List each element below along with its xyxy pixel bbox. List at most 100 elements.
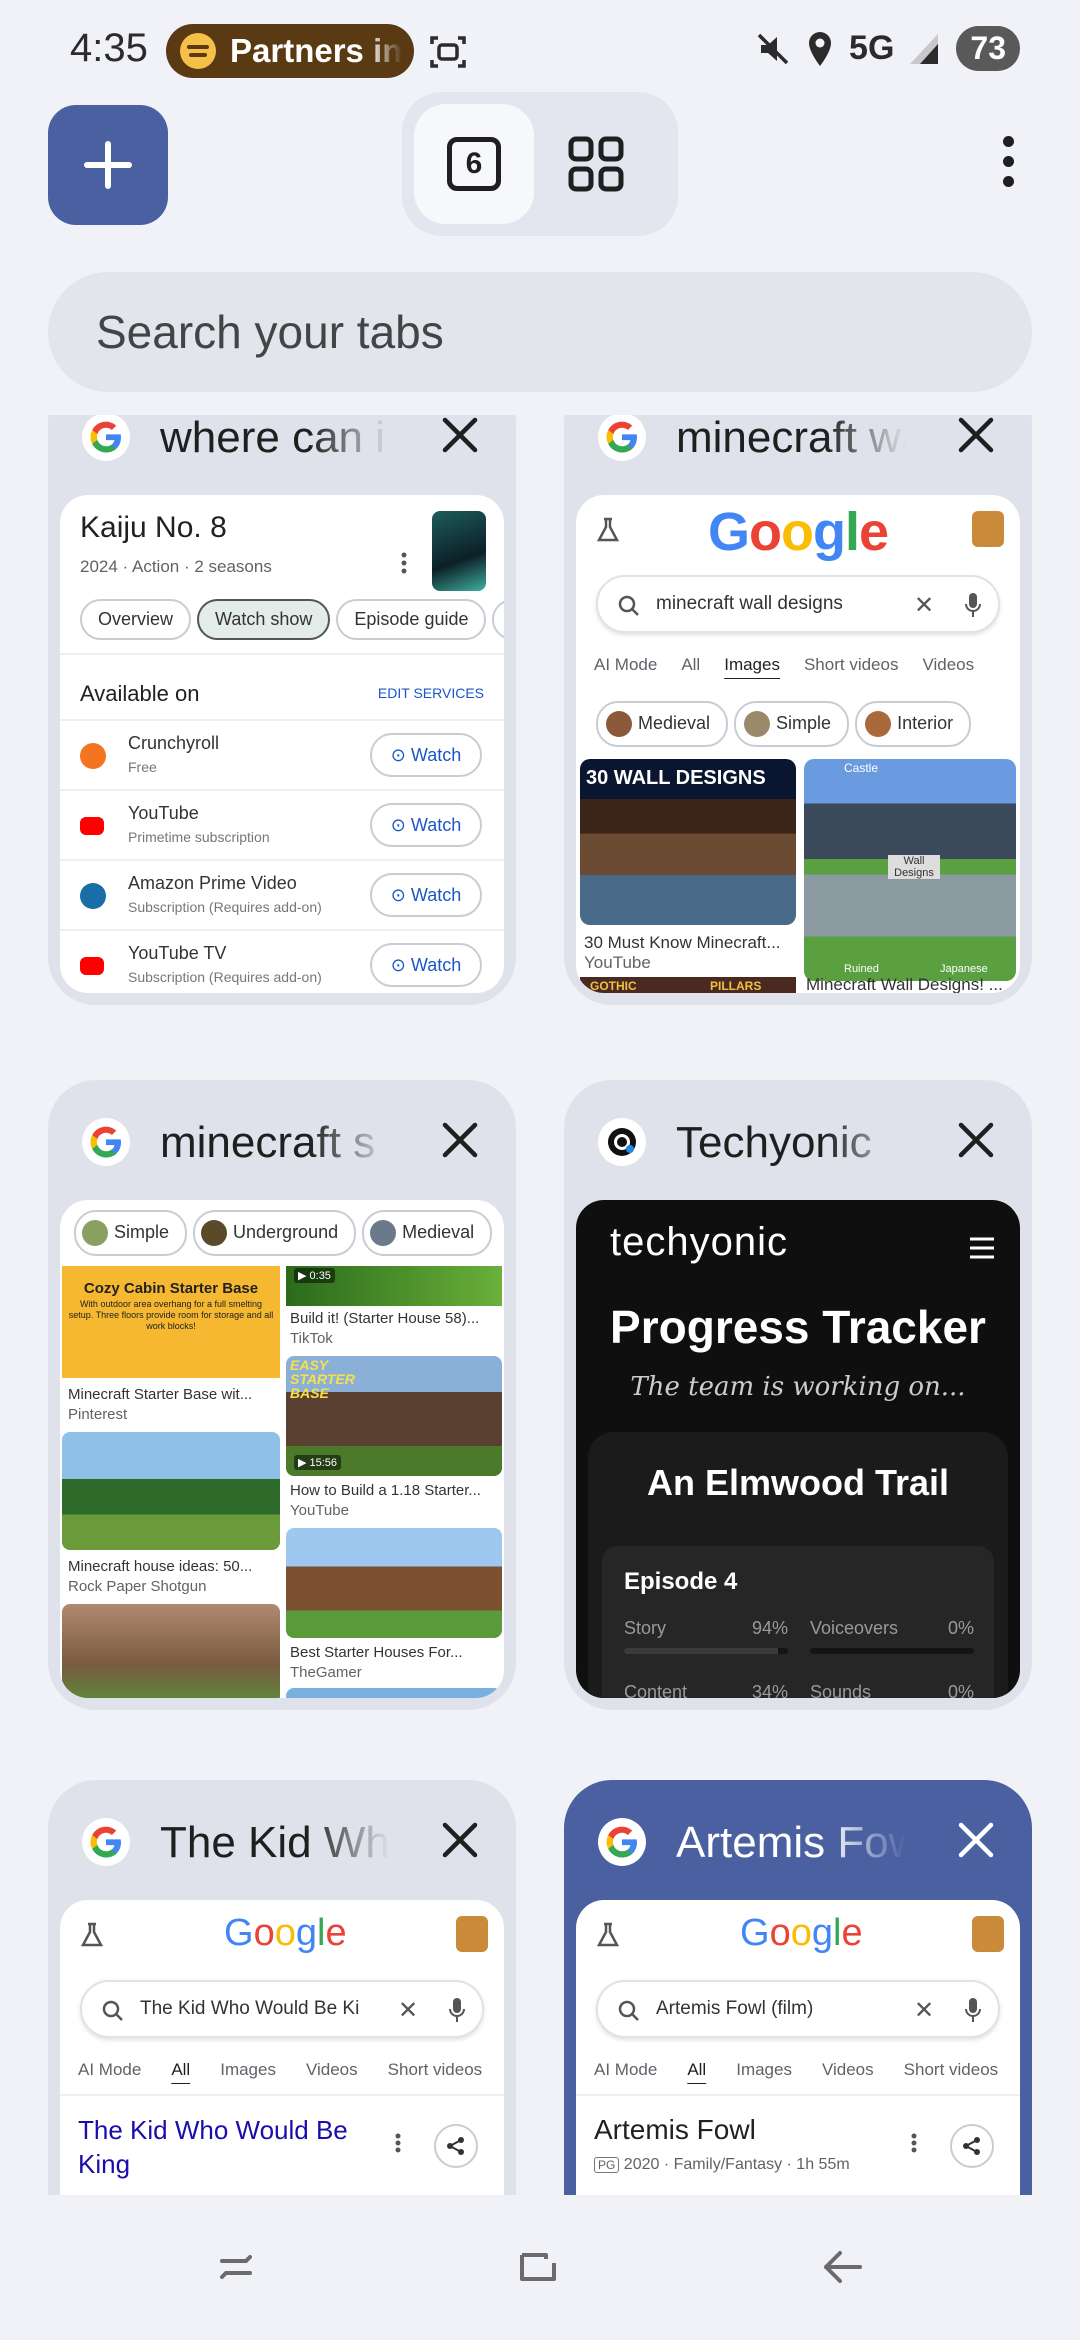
image-result[interactable] — [62, 1604, 280, 1698]
close-tab-icon[interactable] — [440, 1120, 480, 1160]
service-row[interactable]: YouTube TV Subscription (Requires add-on… — [60, 929, 504, 993]
avatar[interactable] — [972, 511, 1004, 547]
service-row[interactable]: YouTube Primetime subscription ⊙ Watch — [60, 789, 504, 859]
network-type: 5G — [849, 29, 895, 67]
close-tab-icon[interactable] — [956, 1120, 996, 1160]
image-result[interactable]: EASY STARTER BASE ▶ 15:56 — [286, 1356, 502, 1476]
more-options-button[interactable] — [988, 130, 1028, 200]
google-search-box[interactable]: The Kid Who Would Be Ki ✕ — [80, 1980, 484, 2038]
watch-button[interactable]: ⊙ Watch — [370, 873, 482, 917]
chip-interior[interactable]: Interior — [855, 701, 972, 747]
mic-icon[interactable] — [964, 591, 982, 619]
search-tab[interactable]: AI Mode — [78, 2060, 141, 2080]
media-pill[interactable]: Partners in — [166, 24, 414, 78]
clear-icon[interactable]: ✕ — [398, 1996, 418, 2025]
tab-card[interactable]: minecraft wall Google minecraft wall des… — [564, 415, 1032, 1005]
search-tab-active[interactable]: Images — [724, 655, 780, 675]
close-tab-icon[interactable] — [956, 415, 996, 455]
image-desc: With outdoor area overhang for a full sm… — [68, 1299, 274, 1331]
video-duration: ▶ 15:56 — [294, 1455, 342, 1470]
search-tab[interactable]: Videos — [822, 2060, 874, 2080]
image-result[interactable] — [286, 1688, 502, 1698]
chip-simple[interactable]: Simple — [74, 1210, 188, 1256]
close-tab-icon[interactable] — [440, 415, 480, 455]
progress-row: Content 34% Sounds 0% — [624, 1682, 974, 1698]
watch-button[interactable]: ⊙ Watch — [370, 803, 482, 847]
avatar[interactable] — [972, 1916, 1004, 1952]
chip-overview[interactable]: Overview — [80, 599, 192, 640]
battery-level: 73 — [956, 26, 1020, 71]
search-tabs: AI Mode All Images Short videos Videos — [594, 655, 974, 675]
share-button[interactable] — [434, 2124, 478, 2168]
search-tab[interactable]: All — [681, 655, 700, 675]
image-result[interactable]: Castle Wall Designs Ruined Japanese — [804, 759, 1016, 981]
image-title: Minecraft Wall Designs! ... — [806, 975, 1003, 993]
google-search-box[interactable]: Artemis Fowl (film) ✕ — [596, 1980, 1000, 2038]
mic-icon[interactable] — [964, 1996, 982, 2024]
search-tab[interactable]: AI Mode — [594, 655, 657, 675]
tab-card[interactable]: minecraft s Simple Underground Medieval Co… — [48, 1080, 516, 1710]
search-tab[interactable]: Short videos — [804, 655, 899, 675]
tab-card[interactable]: The Kid Who Google The Kid Who Would Be … — [48, 1780, 516, 2195]
chip-simple[interactable]: Simple — [734, 701, 850, 747]
image-result[interactable]: 30 WALL DESIGNS — [580, 759, 796, 925]
tab-card[interactable]: Techyonic techyonic Progress Tracker The… — [564, 1080, 1032, 1710]
share-button[interactable] — [950, 2124, 994, 2168]
tabs-view-button[interactable]: 6 — [414, 104, 534, 224]
clear-icon[interactable]: ✕ — [914, 591, 934, 620]
search-tab[interactable]: Images — [736, 2060, 792, 2080]
hamburger-menu-icon[interactable] — [968, 1236, 996, 1260]
more-icon[interactable] — [394, 2132, 402, 2159]
chip-episode-guide[interactable]: Episode guide — [336, 599, 487, 640]
google-search-box[interactable]: minecraft wall designs ✕ — [596, 575, 1000, 633]
search-tab[interactable]: Short videos — [388, 2060, 483, 2080]
search-tab-active[interactable]: All — [687, 2060, 706, 2080]
watch-button[interactable]: ⊙ Watch — [370, 733, 482, 777]
search-tab[interactable]: Images — [220, 2060, 276, 2080]
image-result[interactable]: GOTHIC PILLARS — [580, 977, 796, 993]
chip-underground[interactable]: Underground — [193, 1210, 357, 1256]
avatar[interactable] — [456, 1916, 488, 1952]
clear-icon[interactable]: ✕ — [914, 1996, 934, 2025]
tab-card-selected[interactable]: Artemis Fowl Google Artemis Fowl (film) … — [564, 1780, 1032, 2195]
search-tab[interactable]: AI Mode — [594, 2060, 657, 2080]
image-source: TheGamer — [290, 1664, 362, 1681]
screenshot-icon — [430, 36, 466, 68]
image-label: Wall Designs — [888, 855, 940, 880]
chip-medieval[interactable]: Medieval — [596, 701, 729, 747]
more-icon[interactable] — [910, 2132, 918, 2159]
search-tab[interactable]: Short videos — [904, 2060, 999, 2080]
google-g-icon — [82, 1118, 130, 1166]
tab-groups-icon[interactable] — [566, 134, 626, 194]
close-tab-icon[interactable] — [440, 1820, 480, 1860]
show-title: Kaiju No. 8 — [80, 511, 227, 544]
result-title[interactable]: Artemis Fowl — [594, 2114, 756, 2146]
chip-watch-show[interactable]: Watch show — [197, 599, 331, 640]
watch-button[interactable]: ⊙ Watch — [370, 943, 482, 987]
image-result[interactable] — [62, 1432, 280, 1550]
search-tab[interactable]: Videos — [306, 2060, 358, 2080]
recents-icon[interactable] — [206, 2237, 266, 2297]
image-label: Castle — [844, 761, 879, 775]
chip-medieval[interactable]: Medieval — [362, 1210, 493, 1256]
image-result[interactable]: Cozy Cabin Starter Base With outdoor are… — [62, 1266, 280, 1378]
service-row[interactable]: Amazon Prime Video Subscription (Require… — [60, 859, 504, 929]
available-on-heading: Available on — [80, 681, 200, 706]
tab-card[interactable]: where can i Kaiju No. 8 2024 · Action · … — [48, 415, 516, 1005]
search-tabs-input[interactable]: Search your tabs — [48, 272, 1032, 392]
edit-services-link[interactable]: EDIT SERVICES — [378, 685, 484, 701]
service-row[interactable]: Crunchyroll Free ⊙ Watch — [60, 719, 504, 789]
progress-value: 0% — [947, 1682, 974, 1698]
new-tab-button[interactable] — [48, 105, 168, 225]
search-tab[interactable]: Videos — [922, 655, 974, 675]
back-icon[interactable] — [812, 2237, 872, 2297]
mic-icon[interactable] — [448, 1996, 466, 2024]
home-icon[interactable] — [508, 2237, 568, 2297]
close-tab-icon[interactable] — [956, 1820, 996, 1860]
image-result[interactable] — [286, 1528, 502, 1638]
chip-more[interactable]: T — [492, 599, 504, 640]
result-title[interactable]: The Kid Who Would Be King — [78, 2114, 398, 2182]
image-result[interactable]: ▶ 0:35 — [286, 1266, 502, 1306]
image-source: Pinterest — [68, 1406, 128, 1423]
search-tab-active[interactable]: All — [171, 2060, 190, 2080]
